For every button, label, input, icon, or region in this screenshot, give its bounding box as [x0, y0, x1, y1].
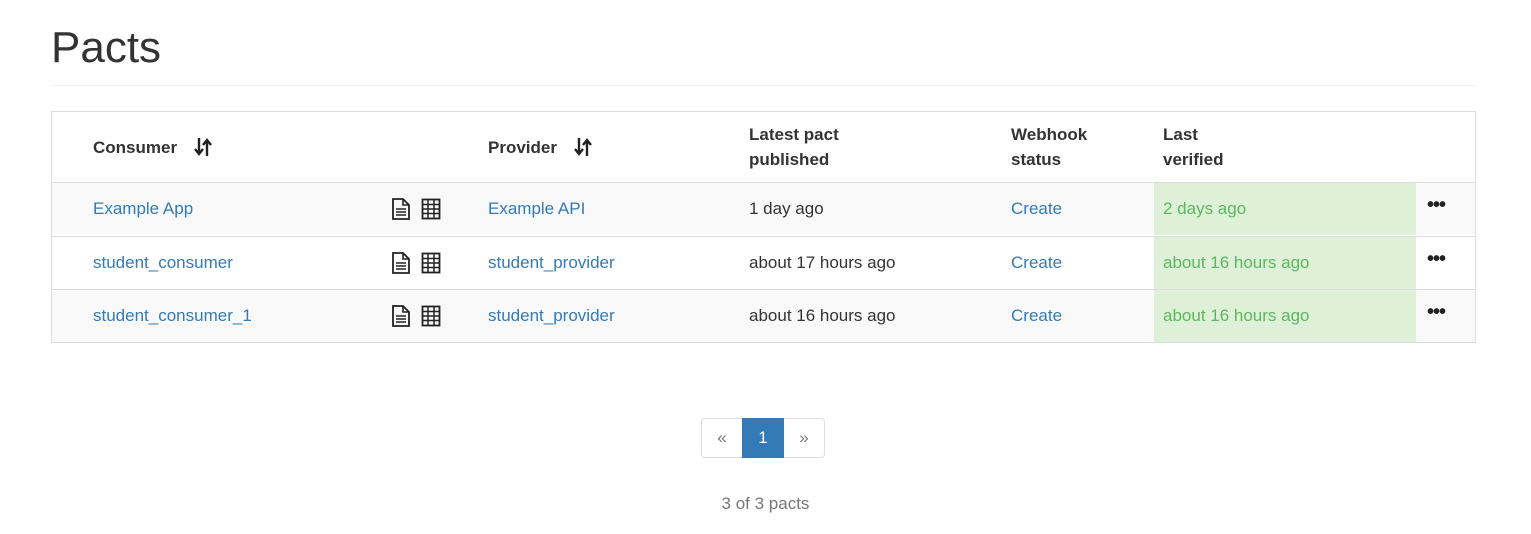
webhook-header-line2: status — [1011, 150, 1062, 169]
consumer-link[interactable]: student_consumer_1 — [93, 306, 252, 326]
latest-pact-header: Latest pact published — [749, 112, 839, 182]
webhook-create-link[interactable]: Create — [1011, 306, 1062, 326]
latest-pact-header-line2: published — [749, 150, 830, 169]
matrix-grid-icon[interactable] — [421, 252, 441, 274]
title-divider — [51, 85, 1476, 86]
provider-header[interactable]: Provider — [488, 112, 593, 182]
consumer-header-label: Consumer — [93, 137, 178, 157]
ellipsis-menu-icon[interactable]: ••• — [1416, 237, 1456, 281]
table-header: Consumer Provider Latest pact published … — [52, 112, 1475, 184]
pagination-prev-button[interactable]: « — [701, 418, 743, 458]
last-verified-cell: 2 days ago — [1154, 183, 1416, 235]
matrix-grid-icon[interactable] — [421, 198, 441, 220]
provider-header-label: Provider — [488, 137, 557, 157]
last-verified-time: 2 days ago — [1163, 199, 1247, 218]
sort-icon[interactable] — [193, 137, 213, 157]
table-row: student_consumer student_provider about … — [52, 236, 1475, 289]
pagination-next-button[interactable]: » — [783, 418, 825, 458]
webhook-create-link[interactable]: Create — [1011, 253, 1062, 273]
last-verified-time: about 16 hours ago — [1163, 253, 1310, 272]
last-verified-time: about 16 hours ago — [1163, 306, 1310, 325]
page-title: Pacts — [51, 23, 162, 72]
pacts-table: Consumer Provider Latest pact published … — [51, 111, 1476, 343]
document-icon[interactable] — [391, 252, 411, 274]
document-icon[interactable] — [391, 198, 411, 220]
ellipsis-menu-icon[interactable]: ••• — [1416, 290, 1456, 334]
webhook-status-header: Webhook status — [1011, 112, 1087, 182]
document-icon[interactable] — [391, 305, 411, 327]
last-verified-header: Last verified — [1163, 112, 1223, 182]
published-time: about 16 hours ago — [749, 306, 896, 325]
provider-link[interactable]: student_provider — [488, 306, 615, 326]
last-verified-cell: about 16 hours ago — [1154, 237, 1416, 289]
provider-link[interactable]: student_provider — [488, 253, 615, 273]
pagination: « 1 » — [701, 418, 825, 458]
pact-count-summary: 3 of 3 pacts — [721, 494, 810, 513]
last-verified-cell: about 16 hours ago — [1154, 290, 1416, 342]
table-row: student_consumer_1 student_provider abou… — [52, 289, 1475, 342]
last-verified-header-line1: Last — [1163, 125, 1198, 144]
consumer-header[interactable]: Consumer — [93, 112, 213, 182]
provider-link[interactable]: Example API — [488, 199, 585, 219]
consumer-link[interactable]: student_consumer — [93, 253, 233, 273]
pagination-page-current[interactable]: 1 — [742, 418, 784, 458]
published-time: 1 day ago — [749, 199, 824, 218]
matrix-grid-icon[interactable] — [421, 305, 441, 327]
table-row: Example App Example API 1 day ago Create… — [52, 183, 1475, 235]
consumer-link[interactable]: Example App — [93, 199, 193, 219]
sort-icon[interactable] — [573, 137, 593, 157]
ellipsis-menu-icon[interactable]: ••• — [1416, 183, 1456, 227]
webhook-create-link[interactable]: Create — [1011, 199, 1062, 219]
last-verified-header-line2: verified — [1163, 150, 1224, 169]
webhook-header-line1: Webhook — [1011, 125, 1088, 144]
latest-pact-header-line1: Latest pact — [749, 125, 839, 144]
published-time: about 17 hours ago — [749, 253, 896, 272]
